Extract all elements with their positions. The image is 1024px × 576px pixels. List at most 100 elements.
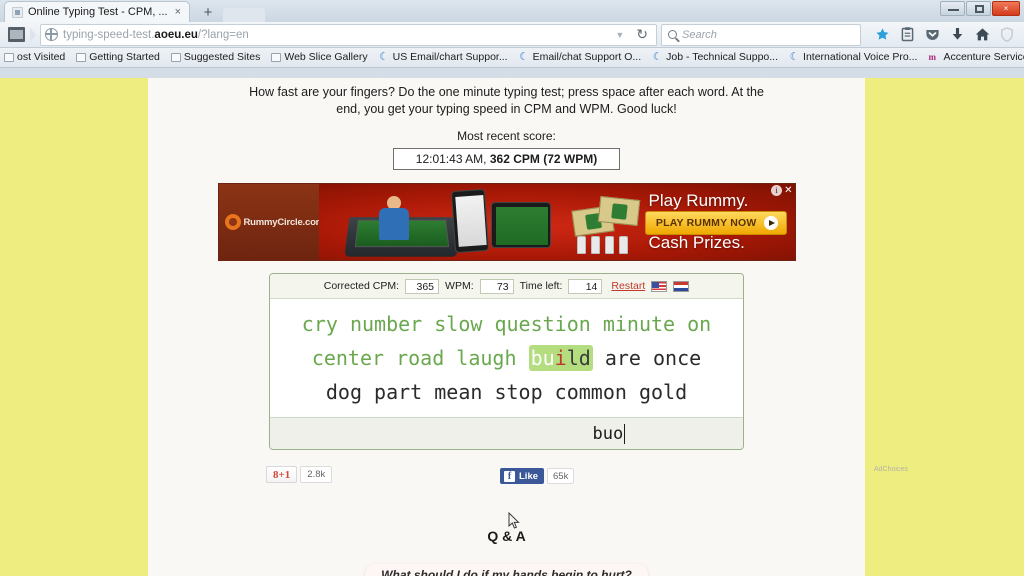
- facebook-icon: f: [504, 470, 515, 482]
- page-favicon-icon: [12, 6, 23, 18]
- firefox-icon: ☾: [789, 51, 800, 63]
- home-icon[interactable]: [974, 27, 990, 43]
- time-left-label: Time left:: [519, 280, 563, 292]
- bookmark-label: Email/chat Support O...: [532, 51, 642, 63]
- bookmark-item[interactable]: Web Slice Gallery: [267, 49, 371, 66]
- bookmark-item[interactable]: ☾ US Email/chart Suppor...: [375, 49, 512, 66]
- google-plus-one-button[interactable]: 8 +1: [266, 466, 298, 483]
- page-viewport: How fast are your fingers? Do the one mi…: [0, 78, 1024, 576]
- facebook-like-button[interactable]: f Like: [500, 468, 545, 484]
- tab-strip: Online Typing Test - CPM, ... × + ×: [0, 0, 1024, 22]
- google-plus-one-count: 2.8k: [300, 466, 333, 483]
- pocket-icon[interactable]: [924, 27, 940, 43]
- most-recent-score-label: Most recent score:: [457, 129, 556, 143]
- word-line: dog part mean stop common gold: [280, 375, 733, 409]
- globe-icon: [44, 27, 58, 41]
- corrected-cpm-label: Corrected CPM:: [323, 280, 400, 292]
- bookmark-item[interactable]: ☾ Email/chat Support O...: [515, 49, 646, 66]
- facebook-like-count: 65k: [547, 468, 575, 484]
- typing-stats-bar: Corrected CPM: 365 WPM: 73 Time left: 14…: [270, 274, 743, 299]
- close-icon[interactable]: ×: [173, 6, 183, 18]
- bookmark-star-icon[interactable]: [874, 27, 890, 43]
- typing-test-widget: Corrected CPM: 365 WPM: 73 Time left: 14…: [269, 273, 744, 450]
- folder-icon: [271, 53, 282, 62]
- tabstrip-filler: [223, 8, 266, 22]
- ad-brand-panel: RummyCircle.com™: [218, 184, 333, 260]
- restart-link[interactable]: Restart: [611, 280, 645, 292]
- info-icon[interactable]: i: [771, 185, 783, 196]
- browser-window: Online Typing Test - CPM, ... × + × typi…: [0, 0, 1024, 576]
- window-controls: ×: [940, 1, 1020, 16]
- word-line-typed: cry number slow question minute on: [301, 312, 712, 336]
- phone-icon: [450, 188, 489, 254]
- identity-chevron-icon: [30, 27, 36, 42]
- bookmark-item[interactable]: ☾ Job - Technical Suppo...: [648, 49, 782, 66]
- new-tab-button[interactable]: +: [195, 3, 221, 22]
- folder-icon: [4, 53, 14, 62]
- qa-question-item[interactable]: What should I do if my hands begin to hu…: [365, 564, 648, 576]
- advertisement-banner[interactable]: RummyCircle.com™ Play Rummy. Cash Prizes…: [217, 183, 796, 261]
- flag-nl-icon[interactable]: [673, 280, 690, 292]
- word-line-typed: center road laugh: [311, 346, 529, 370]
- qa-section-title: Q & A: [487, 528, 526, 544]
- page-content-column: How fast are your fingers? Do the one mi…: [148, 78, 908, 576]
- current-word-typed: bu: [530, 346, 555, 370]
- browser-tab-active[interactable]: Online Typing Test - CPM, ... ×: [4, 1, 191, 22]
- reading-list-icon[interactable]: [899, 27, 915, 43]
- search-bar[interactable]: Search: [661, 23, 861, 46]
- ad-artwork: Play Rummy. Win Big Cash Prizes. PLAY RU…: [318, 184, 795, 260]
- minimize-button[interactable]: [940, 1, 965, 16]
- bookmark-label: US Email/chart Suppor...: [392, 51, 508, 63]
- firefox-icon: ☾: [379, 51, 390, 63]
- typing-input-row[interactable]: buo: [270, 418, 743, 449]
- bookmark-item[interactable]: ☾ International Voice Pro...: [785, 49, 921, 66]
- chevron-down-icon[interactable]: ▼: [612, 30, 627, 40]
- ad-cta-label: PLAY RUMMY NOW: [655, 217, 757, 229]
- search-input[interactable]: Search: [682, 29, 717, 41]
- bookmark-item[interactable]: ost Visited: [0, 49, 69, 66]
- folder-icon: [76, 53, 87, 62]
- bookmark-item[interactable]: Suggested Sites: [167, 49, 264, 66]
- current-word-error-char: i: [554, 346, 567, 370]
- flag-us-icon[interactable]: [651, 280, 668, 292]
- address-bar[interactable]: typing-speed-test.aoeu.eu/?lang=en ▼ ↻: [40, 23, 657, 46]
- navigation-toolbar: typing-speed-test.aoeu.eu/?lang=en ▼ ↻ S…: [0, 22, 1024, 48]
- firefox-icon: ☾: [519, 51, 530, 63]
- bookmark-item[interactable]: m Accenture Services Pvt...: [924, 49, 1024, 66]
- corrected-cpm-value: 365: [405, 278, 440, 294]
- ad-headline-line3: Cash Prizes.: [648, 233, 745, 252]
- play-arrow-icon: [763, 216, 778, 230]
- social-buttons-row: 8 +1 2.8k AdChoices f Like 65k: [148, 460, 908, 494]
- ad-choices-controls: i ✕: [771, 185, 793, 196]
- ad-choices-label: AdChoices: [874, 466, 908, 473]
- bookmark-label: International Voice Pro...: [803, 51, 918, 63]
- reload-icon[interactable]: ↻: [632, 26, 652, 43]
- ad-headline-line1: Play Rummy.: [648, 191, 749, 210]
- url-path: /?lang=en: [197, 28, 249, 41]
- word-line-remaining: are once: [592, 346, 702, 370]
- downloads-icon[interactable]: [949, 27, 965, 43]
- url-domain: aoeu.eu: [154, 28, 198, 41]
- site-identity-icon[interactable]: [8, 27, 25, 42]
- bookmark-item[interactable]: Getting Started: [72, 49, 164, 66]
- shield-icon[interactable]: [999, 27, 1015, 43]
- url-text: typing-speed-test.aoeu.eu/?lang=en: [63, 29, 607, 41]
- url-subdomain: typing-speed-test.: [63, 28, 155, 41]
- folder-icon: [170, 53, 181, 62]
- facebook-like-widget: AdChoices f Like 65k: [500, 466, 908, 484]
- window-close-button[interactable]: ×: [992, 1, 1020, 16]
- monster-icon: m: [928, 52, 936, 62]
- most-recent-score-box: 12:01:43 AM, 362 CPM (72 WPM): [392, 148, 621, 170]
- word-line: cry number slow question minute on: [280, 307, 733, 341]
- play-rummy-now-button[interactable]: PLAY RUMMY NOW: [644, 211, 787, 235]
- ad-close-icon[interactable]: ✕: [784, 185, 792, 196]
- person-illustration: [377, 196, 411, 240]
- maximize-button[interactable]: [966, 1, 991, 16]
- ad-devices-illustration: [341, 186, 576, 258]
- word-display-area: cry number slow question minute on cente…: [270, 299, 743, 418]
- score-timestamp: 12:01:43 AM,: [415, 152, 487, 166]
- cash-illustration: [567, 195, 645, 254]
- typing-input[interactable]: buo: [388, 424, 625, 444]
- facebook-like-label: Like: [519, 470, 539, 482]
- search-icon: [668, 30, 677, 39]
